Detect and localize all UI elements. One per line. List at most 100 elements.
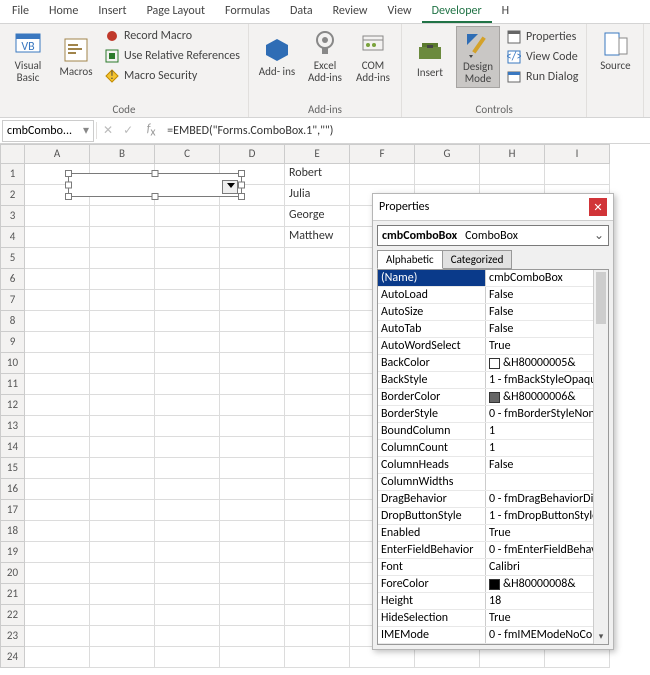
cell[interactable] [155, 500, 220, 521]
cell[interactable] [285, 542, 350, 563]
row-header[interactable]: 3 [0, 206, 25, 227]
cell[interactable] [90, 437, 155, 458]
view-code-button[interactable]: </>View Code [504, 48, 580, 66]
cell[interactable] [285, 605, 350, 626]
cell[interactable] [25, 416, 90, 437]
row-header[interactable]: 21 [0, 584, 25, 605]
cell[interactable] [25, 269, 90, 290]
row-header[interactable]: 15 [0, 458, 25, 479]
row-header[interactable]: 14 [0, 437, 25, 458]
tab-formulas[interactable]: Formulas [215, 0, 280, 23]
combobox-control[interactable] [68, 173, 242, 197]
accept-icon[interactable]: ✓ [123, 123, 133, 138]
row-header[interactable]: 5 [0, 248, 25, 269]
property-row[interactable]: ColumnCount1 [378, 440, 608, 457]
cell[interactable]: Matthew [285, 227, 350, 248]
cell[interactable] [155, 584, 220, 605]
property-row[interactable]: HideSelectionTrue [378, 610, 608, 627]
cell[interactable] [155, 227, 220, 248]
cell[interactable] [220, 374, 285, 395]
cell[interactable] [220, 269, 285, 290]
row-header[interactable]: 8 [0, 311, 25, 332]
cell[interactable] [155, 563, 220, 584]
cell[interactable] [285, 248, 350, 269]
close-button[interactable]: ✕ [589, 198, 607, 216]
cell[interactable] [220, 206, 285, 227]
com-addins-button[interactable]: COM Add-ins [351, 26, 395, 86]
cell[interactable] [285, 521, 350, 542]
row-header[interactable]: 10 [0, 353, 25, 374]
cell[interactable] [90, 479, 155, 500]
scroll-thumb[interactable] [596, 272, 606, 324]
property-row[interactable]: ColumnWidths [378, 474, 608, 491]
cell[interactable] [25, 584, 90, 605]
column-header[interactable]: G [415, 144, 480, 164]
cell[interactable] [155, 437, 220, 458]
row-header[interactable]: 16 [0, 479, 25, 500]
cell[interactable] [545, 164, 610, 185]
resize-handle[interactable] [152, 193, 159, 200]
property-row[interactable]: EnabledTrue [378, 525, 608, 542]
property-row[interactable]: AutoSizeFalse [378, 304, 608, 321]
cell[interactable] [220, 500, 285, 521]
cell[interactable] [25, 563, 90, 584]
cell[interactable] [285, 290, 350, 311]
cell[interactable] [220, 332, 285, 353]
cell[interactable] [90, 269, 155, 290]
cell[interactable] [90, 563, 155, 584]
cell[interactable] [25, 332, 90, 353]
cell[interactable] [155, 269, 220, 290]
resize-handle[interactable] [238, 193, 245, 200]
resize-handle[interactable] [65, 193, 72, 200]
column-header[interactable]: D [220, 144, 285, 164]
property-row[interactable]: BorderColor&H80000006& [378, 389, 608, 406]
row-header[interactable]: 1 [0, 164, 25, 185]
cell[interactable] [90, 626, 155, 647]
property-row[interactable]: BorderStyle0 - fmBorderStyleNon [378, 406, 608, 423]
name-box[interactable]: cmbCombo... ▾ [2, 120, 94, 142]
cell[interactable] [220, 227, 285, 248]
cell[interactable]: Julia [285, 185, 350, 206]
property-row[interactable]: BackStyle1 - fmBackStyleOpaqu [378, 372, 608, 389]
cell[interactable] [350, 164, 415, 185]
row-header[interactable]: 22 [0, 605, 25, 626]
property-row[interactable]: (Name)cmbComboBox [378, 270, 608, 287]
cell[interactable] [285, 458, 350, 479]
cell[interactable] [155, 416, 220, 437]
property-row[interactable]: EnterFieldBehavior0 - fmEnterFieldBehav [378, 542, 608, 559]
cell[interactable] [350, 647, 415, 668]
property-value[interactable]: Calibri [486, 559, 608, 575]
property-value[interactable]: False [486, 287, 608, 303]
cell[interactable] [25, 374, 90, 395]
cell[interactable] [90, 458, 155, 479]
tab-view[interactable]: View [378, 0, 422, 23]
macro-security-button[interactable]: !Macro Security [102, 67, 242, 85]
cell[interactable] [25, 542, 90, 563]
row-header[interactable]: 4 [0, 227, 25, 248]
macros-button[interactable]: Macros [54, 32, 98, 80]
cell[interactable] [220, 395, 285, 416]
cell[interactable] [90, 605, 155, 626]
cell[interactable] [90, 500, 155, 521]
property-value[interactable]: &H80000008& [486, 576, 608, 592]
tab-insert[interactable]: Insert [88, 0, 136, 23]
cell[interactable]: Robert [285, 164, 350, 185]
column-header[interactable]: E [285, 144, 350, 164]
scroll-down-icon[interactable]: ▾ [594, 629, 608, 644]
column-header[interactable]: C [155, 144, 220, 164]
cell[interactable] [90, 311, 155, 332]
property-row[interactable]: AutoLoadFalse [378, 287, 608, 304]
cell[interactable] [90, 374, 155, 395]
row-header[interactable]: 2 [0, 185, 25, 206]
source-button[interactable]: Source [593, 26, 637, 74]
object-selector[interactable]: cmbComboBox ComboBox ⌄ [377, 225, 609, 246]
cell[interactable] [285, 416, 350, 437]
record-macro-button[interactable]: Record Macro [102, 27, 242, 45]
row-header[interactable]: 13 [0, 416, 25, 437]
cell[interactable] [220, 479, 285, 500]
resize-handle[interactable] [65, 170, 72, 177]
cell[interactable] [155, 479, 220, 500]
cell[interactable] [90, 416, 155, 437]
property-value[interactable]: 1 - fmBackStyleOpaqu [486, 372, 608, 388]
cell[interactable]: George [285, 206, 350, 227]
